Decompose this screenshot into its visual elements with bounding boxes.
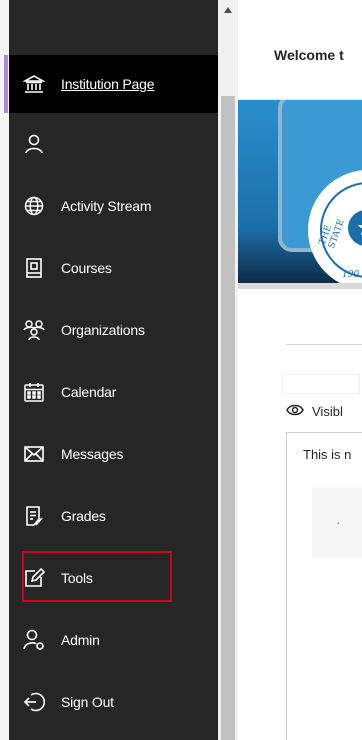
sidebar-item-label: Admin: [61, 632, 100, 648]
institution-icon: [23, 73, 45, 95]
welcome-title: Welcome t: [274, 47, 344, 63]
grades-icon: [23, 505, 45, 527]
profile-icon: [23, 133, 45, 155]
sidebar-item-label: Grades: [61, 508, 106, 524]
courses-icon: [23, 257, 45, 279]
sidebar-item-calendar[interactable]: Calendar: [9, 361, 218, 423]
sidebar-item-grades[interactable]: Grades: [9, 485, 218, 547]
organizations-icon: [23, 319, 45, 341]
globe-icon: [23, 195, 45, 217]
sidebar-item-label: Calendar: [61, 384, 117, 400]
sidebar-item-label: Institution Page: [61, 76, 155, 92]
content-text: This is n: [303, 447, 352, 462]
sidebar-item-activity-stream[interactable]: Activity Stream: [9, 175, 218, 237]
sidebar-item-label: Courses: [61, 260, 112, 276]
institution-banner: ★ THE STATE 190: [238, 100, 362, 283]
content-card: ·: [312, 486, 362, 558]
scrollbar-thumb[interactable]: [221, 96, 235, 740]
calendar-icon: [23, 381, 45, 403]
visibility-row[interactable]: Visibl: [286, 403, 343, 420]
sidebar-item-messages[interactable]: Messages: [9, 423, 218, 485]
sidebar-item-admin[interactable]: Admin: [9, 609, 218, 671]
sidebar-item-profile[interactable]: [9, 113, 218, 175]
sidebar-item-label: Organizations: [61, 322, 145, 338]
sidebar-item-label: Activity Stream: [61, 198, 152, 214]
admin-icon: [23, 629, 45, 651]
sidebar-item-organizations[interactable]: Organizations: [9, 299, 218, 361]
sidebar-item-sign-out[interactable]: Sign Out: [9, 671, 218, 733]
sidebar-item-courses[interactable]: Courses: [9, 237, 218, 299]
sidebar-item-institution-page[interactable]: Institution Page: [4, 55, 218, 113]
content-card-glyph: ·: [336, 514, 341, 530]
sidebar-top-space: [9, 0, 218, 55]
title-placeholder: [282, 374, 360, 394]
banner-bottom-band: [238, 283, 362, 289]
seal-year: 190: [342, 270, 360, 280]
eye-icon: [286, 403, 304, 420]
sign-out-icon: [23, 691, 45, 713]
tools-highlight-box: [22, 551, 172, 602]
divider: [286, 344, 362, 345]
sidebar-scrollbar[interactable]: [218, 0, 238, 740]
scroll-up-arrow-icon[interactable]: [218, 0, 238, 20]
main-content: Welcome t ★ THE STATE 190 Visibl This is…: [238, 0, 362, 740]
sidebar-item-label: Sign Out: [61, 694, 114, 710]
sidebar-item-label: Messages: [61, 446, 124, 462]
content-panel: This is n ·: [286, 432, 362, 740]
visibility-label: Visibl: [312, 404, 343, 419]
sidebar-nav: Institution Page Activity Stream Courses: [4, 0, 218, 740]
main-header: Welcome t: [238, 0, 362, 100]
envelope-icon: [23, 443, 45, 465]
